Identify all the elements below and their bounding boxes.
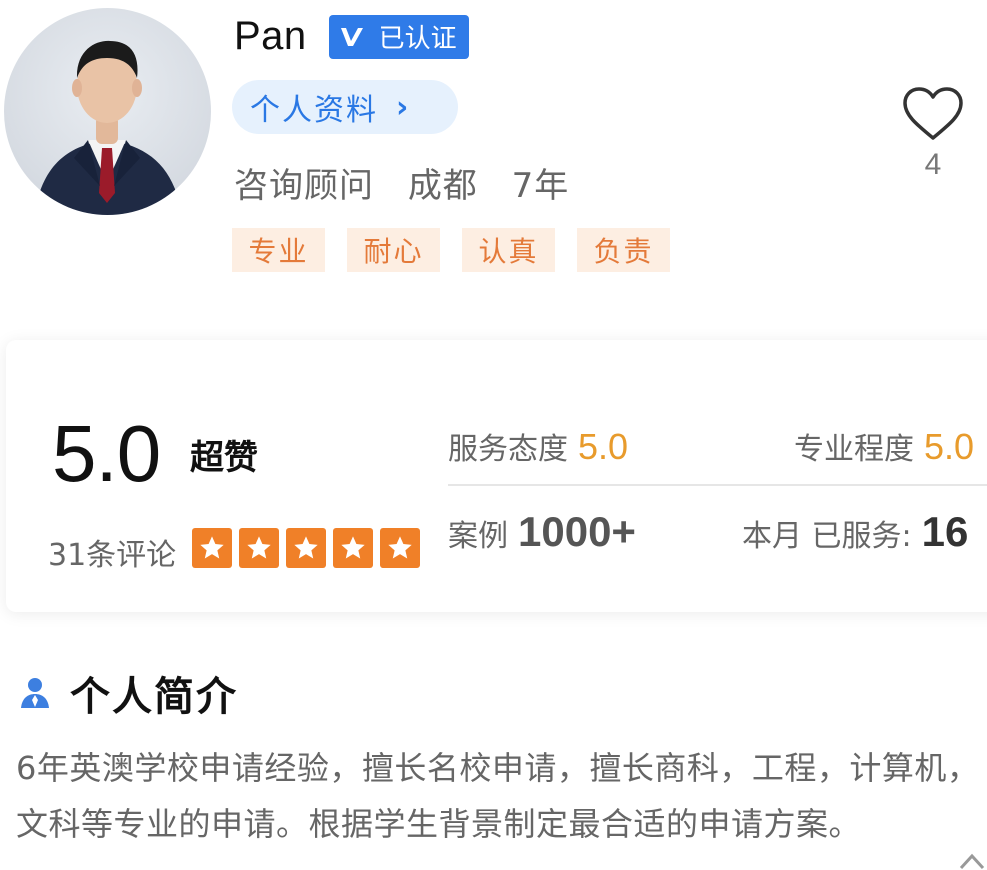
divider — [448, 484, 987, 486]
intro-title: 个人简介 — [70, 674, 238, 720]
star-icon — [333, 528, 373, 568]
name-row: Pan 已认证 — [234, 14, 469, 59]
verified-label: 已认证 — [378, 24, 457, 54]
service-attitude-stat: 服务态度 5.0 — [448, 424, 628, 468]
overall-score: 5.0 — [52, 409, 161, 498]
service-attitude-label: 服务态度 — [448, 432, 568, 467]
consultant-meta: 咨询顾问 成都 7年 — [234, 158, 591, 207]
consultant-name: Pan — [234, 14, 307, 58]
intro-header: 个人简介 — [18, 664, 238, 722]
rating-card: 5.0 超赞 31条评论 服务态度 5.0 专业程度 5.0 案例 1000+ 本月 … — [6, 340, 987, 612]
month-served-label: 本月 已服务: — [742, 519, 912, 554]
cases-value: 1000+ — [518, 508, 636, 555]
avatar[interactable] — [4, 8, 211, 215]
tag-item: 负责 — [577, 228, 670, 272]
heart-outline-icon — [903, 87, 963, 140]
review-count[interactable]: 31条评论 — [48, 530, 176, 574]
professionalism-stat: 专业程度 5.0 — [794, 424, 974, 468]
star-icon — [380, 528, 420, 568]
score-word: 超赞 — [190, 438, 258, 478]
star-rating — [192, 528, 427, 568]
consultant-profile-page: Pan 已认证 个人资料 › 4 咨询顾问 成都 7年 专业 耐心 认真 负责 … — [0, 0, 987, 870]
check-v-icon — [340, 27, 363, 46]
month-served-stat: 本月 已服务: 16 — [742, 508, 968, 556]
cases-stat: 案例 1000+ — [448, 508, 636, 556]
service-attitude-value: 5.0 — [578, 426, 629, 467]
month-served-value: 16 — [921, 508, 969, 555]
verified-badge: 已认证 — [328, 14, 469, 59]
professionalism-label: 专业程度 — [794, 432, 914, 467]
tag-list: 专业 耐心 认真 负责 — [232, 228, 692, 272]
profile-link-button[interactable]: 个人资料 › — [232, 80, 458, 134]
profile-link-label: 个人资料 — [250, 93, 378, 128]
intro-text: 6年英澳学校申请经验，擅长名校申请，擅长商科，工程，计算机，文科等专业的申请。根… — [16, 749, 980, 843]
experience-text: 7年 — [511, 166, 570, 206]
city-text: 成都 — [407, 166, 478, 206]
professionalism-value: 5.0 — [924, 426, 975, 467]
cases-label: 案例 — [448, 519, 508, 554]
tag-item: 专业 — [232, 228, 325, 272]
tag-item: 耐心 — [347, 228, 440, 272]
role-text: 咨询顾问 — [234, 166, 374, 206]
like-count: 4 — [924, 148, 942, 181]
star-icon — [286, 528, 326, 568]
star-icon — [192, 528, 232, 568]
like-button[interactable]: 4 — [900, 86, 966, 182]
portrait-photo — [34, 40, 182, 215]
chevron-up-icon[interactable] — [958, 850, 986, 870]
person-icon — [21, 678, 49, 708]
chevron-right-icon: › — [396, 89, 411, 125]
star-icon — [239, 528, 279, 568]
tag-item: 认真 — [462, 228, 555, 272]
